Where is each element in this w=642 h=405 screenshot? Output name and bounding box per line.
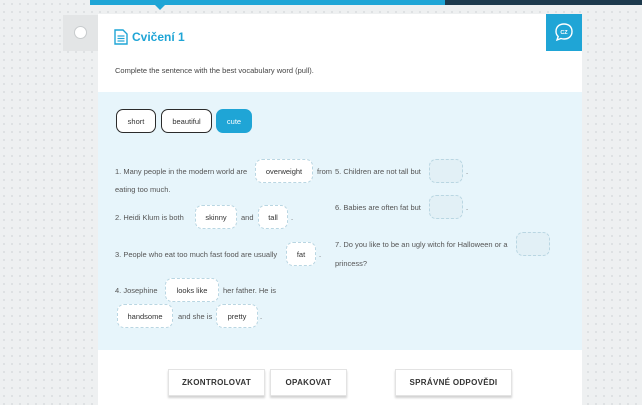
document-icon [114,29,128,45]
word-chip-cute[interactable]: cute [216,109,252,133]
toggle-radio-icon[interactable] [74,26,87,39]
instruction-text: Complete the sentence with the best voca… [115,66,314,75]
sentence-4-end: . [260,312,263,321]
sentence-3-text: 3. People who eat too much fast food are… [115,250,278,259]
answer-blank-2b[interactable]: tall [258,205,288,229]
answer-blank-1[interactable]: overweight [255,159,313,183]
answer-blank-4a[interactable]: looks like [165,278,219,302]
sentence-2-end: . [291,213,294,222]
sentence-7-text: 7. Do you like to be an ugly witch for H… [335,240,508,249]
exercise-area: short beautiful cute 1. Many people in t… [98,92,582,350]
sentence-1-text: 1. Many people in the modern world are [115,167,248,176]
answer-blank-4c[interactable]: pretty [216,304,258,328]
word-chip-short[interactable]: short [116,109,156,133]
sentence-7-cont: princess? [335,259,368,268]
sentence-1-cont: eating too much. [115,185,171,194]
sentence-5-end: . [466,167,469,176]
answer-blank-5[interactable] [429,159,463,183]
answer-blank-3[interactable]: fat [286,242,316,266]
exercise-card: Cvičení 1 CZ Complete the sentence with … [98,14,582,405]
repeat-button[interactable]: OPAKOVAT [270,369,347,396]
sentence-6-end: . [466,203,469,212]
sentence-4-mid: her father. He is [223,286,276,295]
language-code: CZ [560,30,568,36]
answer-blank-6[interactable] [429,195,463,219]
sentence-5-text: 5. Children are not tall but [335,167,421,176]
speech-bubble-icon: CZ [555,23,573,42]
action-bar: ZKONTROLOVAT OPAKOVAT SPRÁVNÉ ODPOVĚDI [98,350,582,405]
sentence-4-mid2: and she is [178,312,213,321]
answer-blank-4b[interactable]: handsome [117,304,173,328]
word-chip-beautiful[interactable]: beautiful [161,109,212,133]
sentence-2-text: 2. Heidi Klum is both [115,213,184,222]
page-title: Cvičení 1 [132,30,185,44]
answer-blank-7[interactable] [516,232,550,256]
top-progress-bar-dark [445,0,642,5]
sentence-2-mid: and [241,213,254,222]
sentence-6-text: 6. Babies are often fat but [335,203,421,212]
show-answers-button[interactable]: SPRÁVNÉ ODPOVĚDI [395,369,512,396]
language-button[interactable]: CZ [546,14,582,51]
sentence-1-after: from [317,167,332,176]
sentence-4-text: 4. Josephine [115,286,158,295]
progress-marker [155,5,165,10]
check-button[interactable]: ZKONTROLOVAT [168,369,265,396]
answer-blank-2a[interactable]: skinny [195,205,237,229]
sentence-3-end: . [319,250,322,259]
